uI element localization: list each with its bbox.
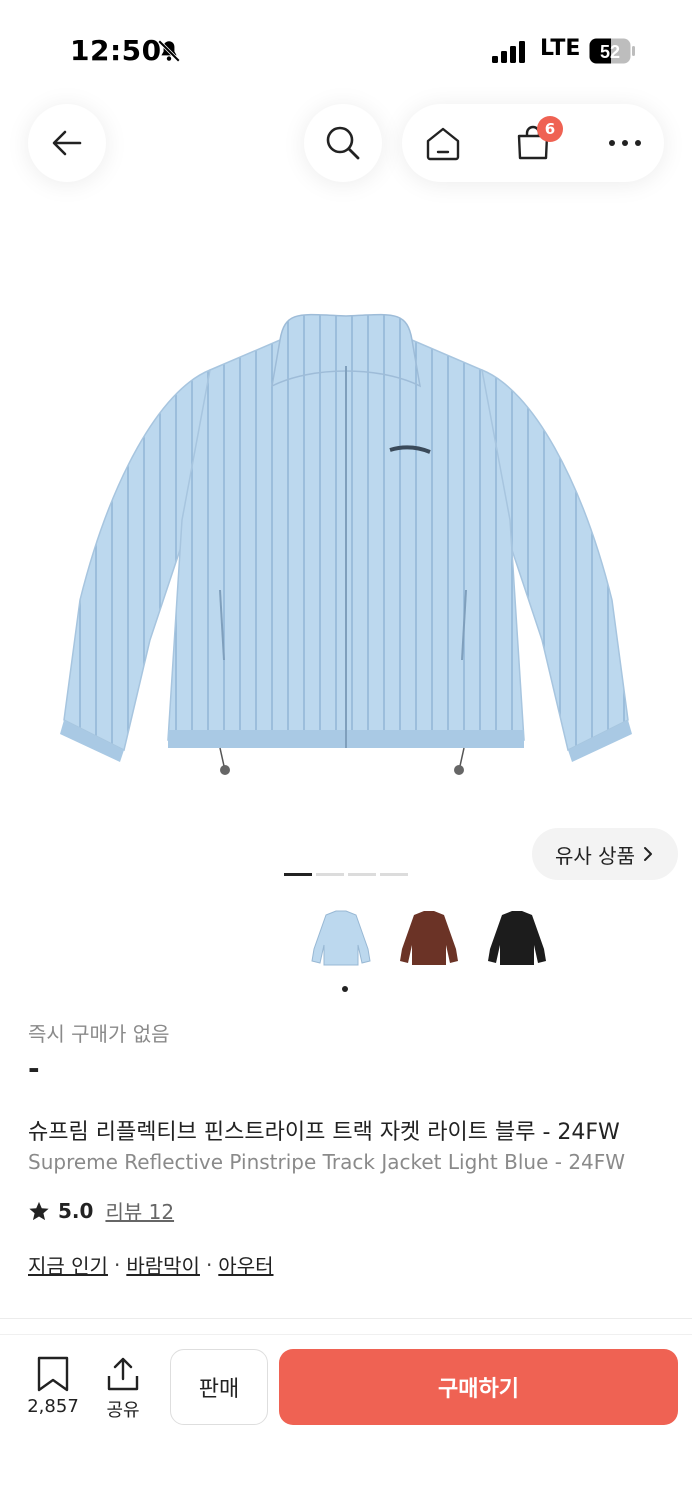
arrow-left-icon (52, 130, 82, 156)
share-button[interactable]: 공유 (100, 1356, 146, 1422)
share-label: 공유 (106, 1400, 140, 1421)
variant-thumb-black[interactable] (482, 904, 552, 974)
pager-indicator (380, 873, 408, 876)
more-dots-icon (609, 140, 641, 146)
instant-price-label: 즉시 구매가 없음 (28, 1022, 170, 1046)
product-title-korean: 슈프림 리플렉티브 핀스트라이프 트랙 자켓 라이트 블루 - 24FW (28, 1120, 620, 1145)
similar-products-label: 유사 상품 (555, 843, 635, 868)
tag-link[interactable]: 바람막이 (126, 1250, 200, 1279)
review-link[interactable]: 리뷰 12 (105, 1196, 174, 1225)
tag-separator: · (113, 1252, 121, 1277)
network-label: LTE (540, 36, 581, 61)
rating-score: 5.0 (58, 1198, 94, 1223)
cart-button[interactable] (494, 104, 572, 182)
pager-indicator (316, 873, 344, 876)
divider (0, 1318, 692, 1319)
search-icon (326, 126, 360, 160)
home-button[interactable] (404, 104, 482, 182)
share-icon (107, 1357, 139, 1391)
tag-link[interactable]: 아우터 (218, 1250, 273, 1279)
signal-icon (492, 41, 525, 63)
star-icon (29, 1201, 49, 1220)
product-title-english: Supreme Reflective Pinstripe Track Jacke… (28, 1150, 626, 1174)
sell-button[interactable]: 판매 (170, 1349, 268, 1425)
tag-separator: · (205, 1252, 213, 1277)
status-bar: 12:50 LTE 52 (0, 0, 692, 100)
product-image[interactable] (40, 300, 652, 780)
more-button[interactable] (586, 104, 664, 182)
variant-swatch (400, 911, 458, 965)
bookmark-count: 2,857 (27, 1396, 79, 1417)
pager-indicator (284, 873, 312, 876)
bookmark-icon (37, 1356, 69, 1392)
status-time: 12:50 (70, 34, 162, 67)
similar-products-button[interactable]: 유사 상품 (532, 828, 678, 880)
chevron-right-icon (643, 847, 652, 861)
bell-muted-icon (158, 40, 180, 62)
selected-variant-indicator (342, 986, 348, 992)
variant-thumb-brown[interactable] (394, 904, 464, 974)
bookmark-button[interactable]: 2,857 (22, 1356, 84, 1417)
variant-thumbnails (306, 904, 552, 974)
variant-swatch (488, 911, 546, 965)
variant-thumb-light-blue[interactable] (306, 904, 376, 974)
price-value: - (28, 1052, 40, 1085)
variant-swatch (311, 910, 371, 966)
tag-link[interactable]: 지금 인기 (28, 1250, 108, 1279)
image-pager (284, 873, 408, 876)
category-tags: 지금 인기 · 바람막이 · 아우터 (28, 1250, 274, 1279)
header-action-group (402, 104, 664, 182)
battery-level: 52 (600, 42, 620, 62)
pager-indicator (348, 873, 376, 876)
search-button[interactable] (304, 104, 382, 182)
battery-icon: 52 (589, 38, 635, 64)
rating-row: 5.0 리뷰 12 (28, 1196, 174, 1225)
home-icon (426, 127, 460, 161)
back-button[interactable] (28, 104, 106, 182)
cart-count-badge: 6 (537, 116, 563, 142)
divider (0, 1334, 692, 1335)
buy-button[interactable]: 구매하기 (279, 1349, 678, 1425)
